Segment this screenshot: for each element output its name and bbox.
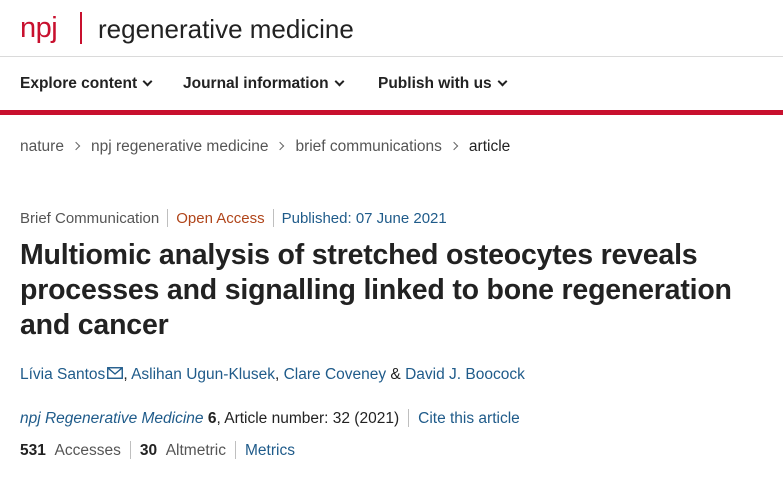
mail-icon[interactable] xyxy=(107,367,124,379)
brand-logo-npj[interactable]: npj xyxy=(20,11,58,45)
meta-divider xyxy=(272,209,274,227)
metrics-link[interactable]: Metrics xyxy=(245,442,295,459)
nav-accent-rule xyxy=(0,110,783,115)
author-link[interactable]: Lívia Santos xyxy=(20,366,105,383)
site-header: npj regenerative medicine xyxy=(0,0,783,57)
metrics-divider xyxy=(235,441,237,459)
breadcrumb-brief-communications[interactable]: brief communications xyxy=(295,138,441,155)
chevron-right-icon xyxy=(449,141,459,151)
author-link[interactable]: Clare Coveney xyxy=(284,366,387,383)
article-number: , Article number: 32 (2021) xyxy=(216,410,400,427)
article-metrics: 531 Accesses 30 Altmetric Metrics xyxy=(20,441,295,461)
nav-item-label: Journal information xyxy=(183,75,329,92)
author-link[interactable]: David J. Boocock xyxy=(405,366,525,383)
author-separator: , xyxy=(123,366,132,383)
article-title: Multiomic analysis of stretched osteocyt… xyxy=(20,239,732,341)
brand-divider xyxy=(80,12,82,44)
breadcrumb-current: article xyxy=(468,138,511,155)
main-navigation: Explore content Journal information Publ… xyxy=(0,58,783,110)
nav-explore-content[interactable]: Explore content xyxy=(20,74,153,94)
published-date: Published: 07 June 2021 xyxy=(281,210,447,227)
open-access-badge: Open Access xyxy=(176,210,265,227)
citation-line: npj Regenerative Medicine 6, Article num… xyxy=(20,409,520,429)
nav-item-label: Explore content xyxy=(20,75,138,92)
chevron-right-icon xyxy=(71,141,81,151)
altmetric-score: 30 xyxy=(139,442,158,459)
metrics-divider xyxy=(129,441,131,459)
breadcrumb-nature[interactable]: nature xyxy=(20,138,64,155)
cite-this-article-link[interactable]: Cite this article xyxy=(418,410,520,427)
nav-publish-with-us[interactable]: Publish with us xyxy=(378,74,508,94)
chevron-right-icon xyxy=(276,141,285,151)
author-and: & xyxy=(386,366,406,383)
chevron-down-icon xyxy=(334,76,344,87)
altmetric-label: Altmetric xyxy=(165,442,227,459)
chevron-down-icon xyxy=(497,76,508,87)
breadcrumb-journal[interactable]: npj regenerative medicine xyxy=(91,138,269,155)
author-link[interactable]: Aslihan Ugun-Klusek xyxy=(131,366,275,383)
article-type: Brief Communication xyxy=(20,210,160,227)
accesses-label: Accesses xyxy=(54,442,121,459)
nav-journal-information[interactable]: Journal information xyxy=(183,74,344,94)
brand-journal-title[interactable]: regenerative medicine xyxy=(98,13,354,45)
journal-link[interactable]: npj Regenerative Medicine xyxy=(20,410,204,427)
breadcrumb: nature npj regenerative medicine brief com… xyxy=(20,137,510,157)
nav-item-label: Publish with us xyxy=(378,75,492,92)
citation-divider xyxy=(408,409,410,427)
author-separator: , xyxy=(274,366,284,383)
author-list: Lívia Santos, Aslihan Ugun-Klusek, Clare… xyxy=(20,365,525,385)
accesses-count: 531 xyxy=(20,442,46,459)
article-meta: Brief Communication Open Access Published:… xyxy=(20,209,447,229)
meta-divider xyxy=(167,209,169,227)
chevron-down-icon xyxy=(142,76,153,87)
